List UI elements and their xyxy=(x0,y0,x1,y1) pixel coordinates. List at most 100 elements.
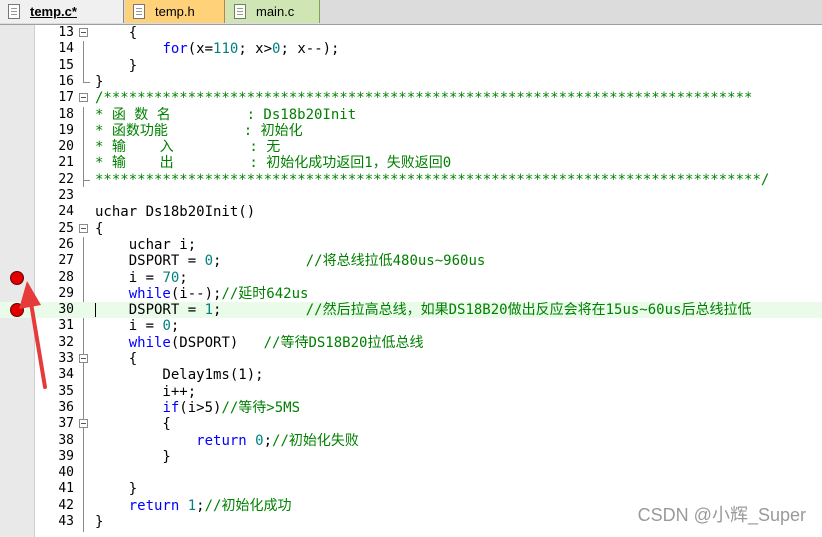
code-text: { xyxy=(95,25,138,41)
code-text: } xyxy=(95,514,104,530)
line-number: 37 xyxy=(58,416,74,432)
code-line: 32 while(DSPORT) //等待DS18B20拉低总线 xyxy=(0,335,822,351)
code-text: } xyxy=(95,448,171,465)
code-fragment: ; xyxy=(170,318,180,335)
code-line: 19 * 函数功能 : 初始化 xyxy=(0,123,822,139)
code-line: 14 for(x=110; x>0; x--); xyxy=(0,41,822,57)
watermark: CSDN @小辉_Super xyxy=(637,505,806,525)
file-icon xyxy=(133,4,145,19)
line-number: 41 xyxy=(58,481,74,497)
code-text: i = 70; xyxy=(95,270,188,286)
code-line: 34 Delay1ms(1); xyxy=(0,367,822,383)
code-line: 40 xyxy=(0,465,822,481)
keyword: if xyxy=(162,399,180,416)
line-number: 38 xyxy=(58,432,74,448)
line-number: 39 xyxy=(58,448,74,464)
code-text: i = 0; xyxy=(95,318,180,335)
inline-comment: //初始化失败 xyxy=(272,432,359,449)
code-text: * 输 出 : 初始化成功返回1，失败返回0 xyxy=(95,155,452,172)
code-fragment: (i--); xyxy=(170,285,222,302)
code-line: 23 xyxy=(0,188,822,204)
code-line: 35 i++; xyxy=(0,384,822,400)
fold-toggle-icon[interactable] xyxy=(79,28,88,37)
code-fragment: DSPORT = xyxy=(95,253,205,270)
fold-toggle-icon[interactable] xyxy=(79,354,88,363)
file-tab-bar: temp.c* temp.h main.c xyxy=(0,0,822,25)
tab-temp-c[interactable]: temp.c* xyxy=(0,0,124,23)
code-fragment: DSPORT = xyxy=(95,302,205,319)
keyword: for xyxy=(162,41,188,58)
fold-toggle-icon[interactable] xyxy=(79,419,88,429)
inline-comment: //初始化成功 xyxy=(204,497,292,514)
code-editor[interactable]: 13 { 14 for(x=110; x>0; x--); 15 } 16 } … xyxy=(0,25,822,537)
code-text: ****************************************… xyxy=(95,171,770,188)
file-icon xyxy=(8,4,20,19)
tab-label: main.c xyxy=(256,4,295,19)
code-line: 20 * 输 入 : 无 xyxy=(0,139,822,155)
keyword: return xyxy=(196,432,247,449)
tab-label: temp.c* xyxy=(30,4,77,19)
code-line: 31 i = 0; xyxy=(0,318,822,334)
code-fragment: ; xyxy=(179,269,188,286)
code-line: 13 { xyxy=(0,25,822,41)
annotation-arrow-icon xyxy=(19,281,47,389)
code-text: if(i>5)//等待>5MS xyxy=(95,400,300,416)
code-fragment: (DSPORT) xyxy=(170,334,264,351)
code-text: /***************************************… xyxy=(95,90,753,107)
fold-toggle-icon[interactable] xyxy=(79,223,88,233)
line-number: 43 xyxy=(58,514,74,529)
code-fragment: (i>5) xyxy=(179,399,222,416)
code-line: 39 } xyxy=(0,449,822,465)
code-fragment: ; x--); xyxy=(280,41,340,58)
code-line: 37 { xyxy=(0,416,822,432)
code-fragment: (x= xyxy=(187,41,214,58)
number-literal: 70 xyxy=(162,269,180,286)
current-code-line: 30 DSPORT = 1; //然后拉高总线，如果DS18B20做出反应会将在… xyxy=(0,302,822,319)
code-line: 25 { xyxy=(0,221,822,237)
code-fragment: ; xyxy=(213,253,306,270)
code-text: } xyxy=(95,73,104,90)
code-text: DSPORT = 0; //将总线拉低480us~960us xyxy=(95,253,486,270)
code-line: 15 } xyxy=(0,58,822,74)
code-line: 38 return 0;//初始化失败 xyxy=(0,433,822,449)
code-text: { xyxy=(95,351,138,367)
code-text: for(x=110; x>0; x--); xyxy=(95,41,340,58)
number-literal: 1 xyxy=(204,302,214,319)
code-text: * 输 入 : 无 xyxy=(95,139,281,156)
keyword: return xyxy=(128,497,180,514)
code-line: 17 /************************************… xyxy=(0,90,822,106)
code-text: } xyxy=(95,57,138,74)
tab-main-c[interactable]: main.c xyxy=(226,0,320,23)
number-literal: 1 xyxy=(187,497,197,514)
inline-comment: //等待>5MS xyxy=(221,399,301,416)
code-text: * 函 数 名 : Ds18b20Init xyxy=(95,106,357,123)
code-line: 22 *************************************… xyxy=(0,172,822,188)
inline-comment: //延时642us xyxy=(221,285,309,302)
code-text: DSPORT = 1; //然后拉高总线，如果DS18B20做出反应会将在15u… xyxy=(95,302,752,319)
inline-comment: //然后拉高总线，如果DS18B20做出反应会将在15us~60us后总线拉低 xyxy=(305,302,752,319)
number-literal: 0 xyxy=(255,432,264,449)
inline-comment: //将总线拉低480us~960us xyxy=(305,253,486,270)
tab-temp-h[interactable]: temp.h xyxy=(125,0,225,23)
code-line: 27 DSPORT = 0; //将总线拉低480us~960us xyxy=(0,253,822,269)
code-text: uchar Ds18b20Init() xyxy=(95,204,256,221)
code-text: { xyxy=(95,416,171,433)
code-fragment: i = xyxy=(95,318,163,335)
code-fragment: ; xyxy=(196,497,205,514)
tab-label: temp.h xyxy=(155,4,195,19)
code-text: return 1;//初始化成功 xyxy=(95,497,292,514)
code-text: while(i--);//延时642us xyxy=(95,285,309,302)
keyword: while xyxy=(128,285,171,302)
code-text: { xyxy=(95,220,104,237)
code-line: 36 if(i>5)//等待>5MS xyxy=(0,400,822,416)
code-line: 33 { xyxy=(0,351,822,367)
code-fragment: ; xyxy=(263,432,273,449)
code-fragment: ; x> xyxy=(238,41,273,58)
number-literal: 0 xyxy=(204,253,214,270)
fold-toggle-icon[interactable] xyxy=(79,93,88,103)
code-line: 29 while(i--);//延时642us xyxy=(0,286,822,302)
code-text: Delay1ms(1); xyxy=(95,367,264,384)
code-line: 16 } xyxy=(0,74,822,90)
code-text: uchar i; xyxy=(95,236,197,253)
code-fragment: i = xyxy=(95,269,163,286)
